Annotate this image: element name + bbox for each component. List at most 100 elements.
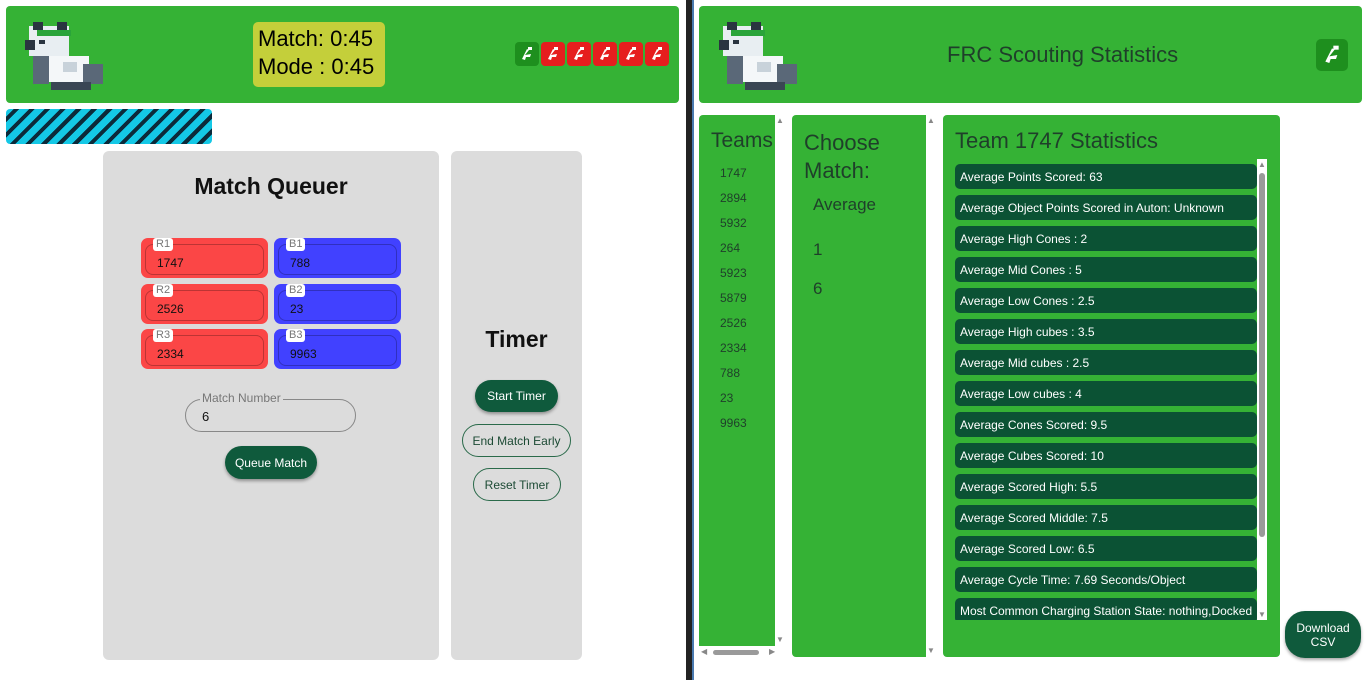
robot-status-chip[interactable] xyxy=(515,42,539,66)
stat-item: Average Mid cubes : 2.5 xyxy=(955,350,1257,375)
stat-item: Average Cubes Scored: 10 xyxy=(955,443,1257,468)
blue-2-team-input[interactable]: 23 xyxy=(290,302,303,316)
app-root: Match: 0:45 Mode : 0:45 Match Queuer R1 … xyxy=(0,0,1366,680)
robot-icon xyxy=(548,47,558,60)
statistics-scrollbar[interactable]: ▲ ▼ xyxy=(1257,159,1267,620)
stat-item: Average Cycle Time: 7.69 Seconds/Object xyxy=(955,567,1257,592)
match-timer-display: Match: 0:45 Mode : 0:45 xyxy=(253,22,385,87)
teams-horizontal-scrollbar[interactable]: ◀ ▶ xyxy=(699,646,785,658)
blue-3-slot[interactable]: B3 9963 xyxy=(274,329,401,369)
match-number-field[interactable]: Match Number 6 xyxy=(185,391,356,432)
right-header: FRC Scouting Statistics xyxy=(699,6,1362,103)
robot-status-chip[interactable] xyxy=(1316,39,1348,71)
teams-vertical-scrollbar[interactable]: ▲ ▼ xyxy=(775,115,785,646)
stat-item: Average Scored Middle: 7.5 xyxy=(955,505,1257,530)
end-match-early-button[interactable]: End Match Early xyxy=(462,424,571,457)
robot-status-chip[interactable] xyxy=(593,42,617,66)
pane-divider[interactable] xyxy=(686,0,694,680)
stat-item: Average Points Scored: 63 xyxy=(955,164,1257,189)
scroll-up-icon[interactable]: ▲ xyxy=(927,117,935,125)
team-item[interactable]: 5923 xyxy=(720,266,747,280)
team-item[interactable]: 264 xyxy=(720,241,740,255)
statistics-title: Team 1747 Statistics xyxy=(955,128,1158,153)
teams-title: Teams xyxy=(711,129,773,152)
match-queuer-title: Match Queuer xyxy=(194,173,348,199)
stat-item: Average Mid Cones : 5 xyxy=(955,257,1257,282)
red-3-team-input[interactable]: 2334 xyxy=(157,347,184,361)
download-csv-button[interactable]: Download CSV xyxy=(1285,611,1361,658)
stat-item: Average Low Cones : 2.5 xyxy=(955,288,1257,313)
robot-icon xyxy=(600,47,610,60)
stat-item: Average Cones Scored: 9.5 xyxy=(955,412,1257,437)
red-1-slot[interactable]: R1 1747 xyxy=(141,238,268,278)
polar-bear-logo-icon xyxy=(719,22,797,90)
slot-label: R3 xyxy=(153,329,174,342)
match-number-value[interactable]: 6 xyxy=(202,409,209,424)
robot-icon xyxy=(1325,45,1339,63)
scroll-up-icon[interactable]: ▲ xyxy=(1258,161,1266,169)
team-statistics-panel: Team 1747 Statistics Average Points Scor… xyxy=(943,115,1280,657)
stat-item: Average Scored Low: 6.5 xyxy=(955,536,1257,561)
red-2-team-input[interactable]: 2526 xyxy=(157,302,184,316)
reset-timer-button[interactable]: Reset Timer xyxy=(473,468,561,501)
robot-status-chip[interactable] xyxy=(619,42,643,66)
scroll-down-icon[interactable]: ▼ xyxy=(927,647,935,655)
match-option[interactable]: 1 xyxy=(813,240,822,260)
scrollbar-thumb[interactable] xyxy=(1259,173,1265,537)
choose-match-title: Choose Match: xyxy=(804,130,880,183)
robot-icon xyxy=(626,47,636,60)
match-control-pane: Match: 0:45 Mode : 0:45 Match Queuer R1 … xyxy=(0,0,686,680)
stat-item: Average Object Points Scored in Auton: U… xyxy=(955,195,1257,220)
teams-list: Teams 1747 2894 5932 264 5923 5879 2526 … xyxy=(699,115,775,646)
team-item[interactable]: 23 xyxy=(720,391,733,405)
match-option-average[interactable]: Average xyxy=(813,195,876,215)
match-option[interactable]: 6 xyxy=(813,279,822,299)
red-2-slot[interactable]: R2 2526 xyxy=(141,284,268,324)
timer-card: Timer Start Timer End Match Early Reset … xyxy=(451,151,582,660)
queue-match-button[interactable]: Queue Match xyxy=(225,446,317,479)
scroll-left-icon[interactable]: ◀ xyxy=(701,648,707,656)
blue-1-slot[interactable]: B1 788 xyxy=(274,238,401,278)
red-1-team-input[interactable]: 1747 xyxy=(157,256,184,270)
slot-label: B3 xyxy=(286,329,306,342)
statistics-list: Average Points Scored: 63 Average Object… xyxy=(955,164,1257,620)
stat-item: Average Low cubes : 4 xyxy=(955,381,1257,406)
start-timer-button[interactable]: Start Timer xyxy=(475,380,558,412)
team-item[interactable]: 1747 xyxy=(720,166,747,180)
team-item[interactable]: 2526 xyxy=(720,316,747,330)
scroll-up-icon[interactable]: ▲ xyxy=(776,117,784,125)
robot-icon xyxy=(574,47,584,60)
csv-label: CSV xyxy=(1310,634,1336,649)
robot-status-chip[interactable] xyxy=(541,42,565,66)
red-3-slot[interactable]: R3 2334 xyxy=(141,329,268,369)
stat-item: Average High Cones : 2 xyxy=(955,226,1257,251)
team-item[interactable]: 2334 xyxy=(720,341,747,355)
match-time-text: Match: 0:45 xyxy=(258,26,373,51)
team-item[interactable]: 5932 xyxy=(720,216,747,230)
scroll-right-icon[interactable]: ▶ xyxy=(769,648,775,656)
scroll-down-icon[interactable]: ▼ xyxy=(1258,611,1266,619)
robot-status-chip[interactable] xyxy=(567,42,591,66)
slot-label: R2 xyxy=(153,284,174,297)
blue-3-team-input[interactable]: 9963 xyxy=(290,347,317,361)
match-vertical-scrollbar[interactable]: ▲ ▼ xyxy=(926,115,936,657)
slot-label: B1 xyxy=(286,238,306,251)
download-label: Download xyxy=(1296,620,1350,635)
match-queuer-card: Match Queuer R1 1747 B1 788 R2 2526 B2 2… xyxy=(103,151,439,660)
robot-status-chip[interactable] xyxy=(645,42,669,66)
team-item[interactable]: 9963 xyxy=(720,416,747,430)
match-progress-bar xyxy=(6,109,212,144)
slot-label: B2 xyxy=(286,284,306,297)
blue-1-team-input[interactable]: 788 xyxy=(290,256,310,270)
mode-time-text: Mode : 0:45 xyxy=(258,54,375,79)
team-item[interactable]: 788 xyxy=(720,366,740,380)
blue-2-slot[interactable]: B2 23 xyxy=(274,284,401,324)
stat-item: Average Scored High: 5.5 xyxy=(955,474,1257,499)
polar-bear-logo-icon xyxy=(25,22,103,90)
robot-icon xyxy=(522,47,532,60)
stat-item: Average High cubes : 3.5 xyxy=(955,319,1257,344)
scrollbar-thumb[interactable] xyxy=(713,650,759,655)
team-item[interactable]: 5879 xyxy=(720,291,747,305)
team-item[interactable]: 2894 xyxy=(720,191,747,205)
scroll-down-icon[interactable]: ▼ xyxy=(776,636,784,644)
